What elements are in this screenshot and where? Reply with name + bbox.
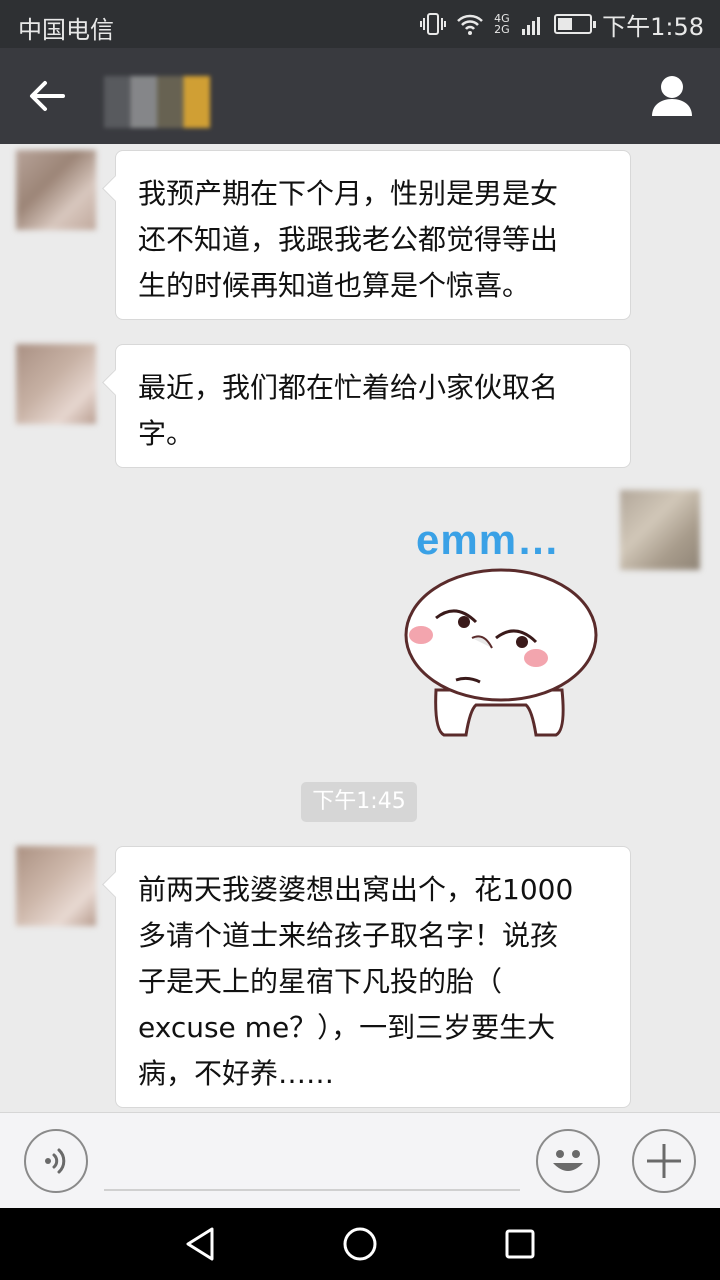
nav-back-icon[interactable] — [180, 1224, 220, 1264]
message-line: 还不知道，我跟我老公都觉得等出 — [138, 223, 559, 256]
contact-avatar[interactable] — [16, 846, 96, 926]
wifi-icon — [457, 14, 483, 35]
person-icon — [652, 76, 692, 116]
message-line: 前两天我婆婆想出窝出个，花1000 — [138, 873, 574, 906]
carrier-name: 中国电信 — [18, 16, 114, 44]
arrow-left-icon — [30, 81, 65, 111]
message-line: 我预产期在下个月，性别是男是女 — [138, 177, 559, 210]
contact-avatar[interactable] — [16, 150, 96, 230]
sticker-message[interactable]: emm… — [396, 510, 606, 740]
timestamp-divider: 下午1:45 — [301, 782, 417, 822]
sticker-face-image — [404, 568, 598, 737]
chat-header — [0, 48, 720, 144]
more-button[interactable] — [632, 1129, 696, 1193]
network-type: 4G 2G — [494, 12, 510, 36]
message-input[interactable] — [104, 1131, 520, 1191]
message-line: 病，不好养…… — [138, 1057, 335, 1090]
vibrate-icon — [420, 13, 447, 35]
system-nav-bar — [0, 1208, 720, 1280]
message-line: 字。 — [138, 417, 195, 450]
input-bar — [0, 1112, 720, 1208]
emoji-icon — [553, 1150, 583, 1171]
message-line: excuse me？），一到三岁要生大 — [138, 1011, 556, 1044]
nav-recents-icon[interactable] — [500, 1224, 540, 1264]
chat-info-button[interactable] — [648, 72, 696, 120]
message-line: 多请个道士来给孩子取名字！说孩 — [138, 919, 559, 952]
message-line: 生的时候再知道也算是个惊喜。 — [138, 269, 531, 302]
status-time: 下午1:58 — [602, 12, 704, 41]
battery-icon — [554, 14, 597, 34]
signal-icon — [522, 17, 541, 35]
plus-icon — [647, 1144, 681, 1178]
status-icons: 4G 2G 下午1:58 — [420, 8, 704, 41]
voice-button[interactable] — [24, 1129, 88, 1193]
status-bar: 中国电信 4G 2G 下午1:58 — [0, 0, 720, 48]
own-avatar[interactable] — [620, 490, 700, 570]
nav-home-icon[interactable] — [340, 1224, 380, 1264]
back-button[interactable] — [22, 72, 72, 120]
message-line: 最近，我们都在忙着给小家伙取名 — [138, 371, 559, 404]
message-bubble[interactable]: 我预产期在下个月，性别是男是女 还不知道，我跟我老公都觉得等出 生的时候再知道也… — [115, 150, 631, 320]
voice-icon — [45, 1148, 66, 1174]
message-bubble[interactable]: 最近，我们都在忙着给小家伙取名 字。 — [115, 344, 631, 468]
contact-avatar[interactable] — [16, 344, 96, 424]
chat-title-avatar — [104, 76, 210, 128]
emoji-button[interactable] — [536, 1129, 600, 1193]
message-line: 子是天上的星宿下凡投的胎（ — [138, 965, 503, 998]
message-bubble[interactable]: 前两天我婆婆想出窝出个，花1000 多请个道士来给孩子取名字！说孩 子是天上的星… — [115, 846, 631, 1108]
